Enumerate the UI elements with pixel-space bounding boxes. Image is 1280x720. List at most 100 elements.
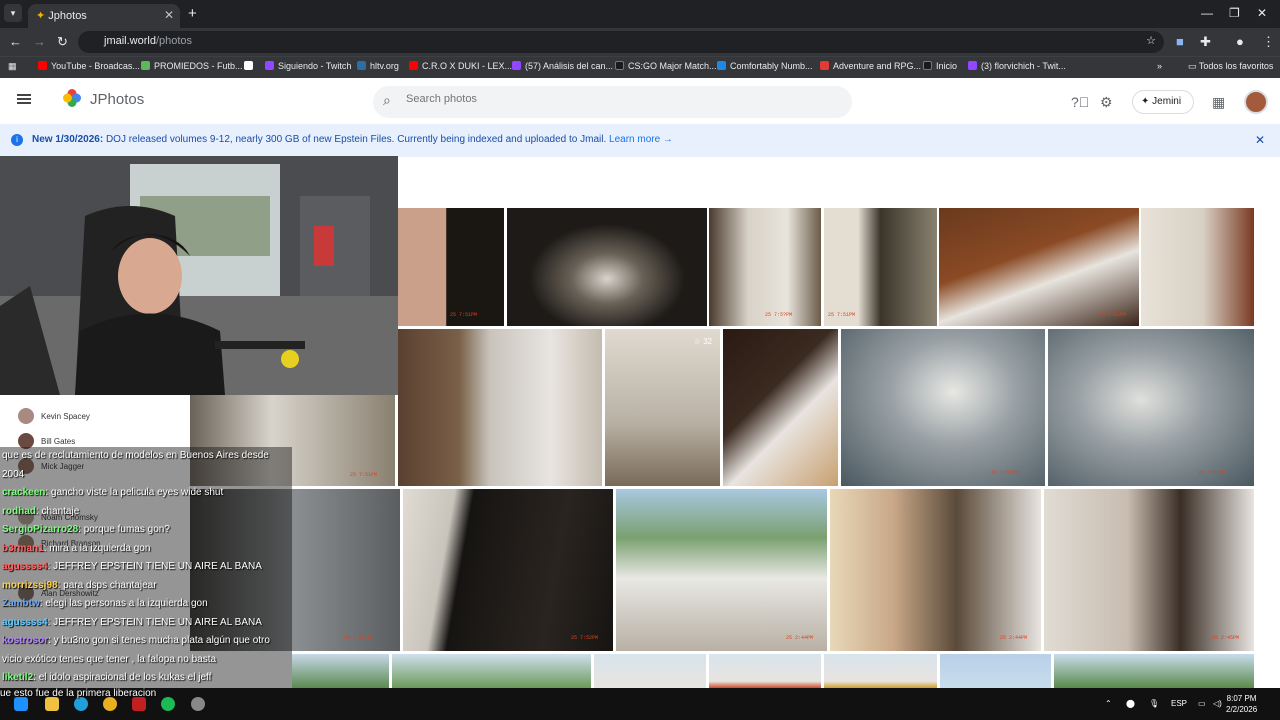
reload-icon[interactable]: ↻ — [57, 34, 68, 50]
apps-grid-icon[interactable]: ▦ — [1212, 94, 1225, 111]
menu-dots-icon[interactable]: ⋮ — [1262, 34, 1275, 50]
bookmark-item[interactable]: (3) florvichich - Twit... — [968, 61, 1066, 71]
photo-tile[interactable] — [594, 654, 706, 688]
photo-tile[interactable] — [824, 654, 937, 688]
search-input[interactable] — [406, 93, 806, 105]
chat-overlay: que es de reclutamiento de modelos en Bu… — [0, 447, 292, 688]
photo-tile[interactable] — [1054, 654, 1254, 688]
chat-message: agussss4: JEFFREY EPSTEIN TIENE UN AIRE … — [2, 561, 262, 572]
browser-tab-bar: ▾ ✦ Jphotos ✕ + — ❐ ✕ — [0, 0, 1280, 28]
file-explorer-icon[interactable] — [45, 697, 59, 711]
photo-tile[interactable]: 25 7:52PM — [403, 489, 613, 651]
minimize-icon[interactable]: — — [1201, 6, 1213, 20]
photo-tile[interactable]: 25 2:45PM — [1044, 489, 1254, 651]
photo-tile[interactable]: 25 7:51PM — [841, 329, 1045, 486]
chat-message: que es de reclutamiento de modelos en Bu… — [2, 450, 269, 480]
start-windows-icon[interactable] — [14, 697, 28, 711]
photo-tile[interactable]: 25 7:51PM — [939, 208, 1139, 326]
close-window-icon[interactable]: ✕ — [1257, 6, 1267, 20]
bookmark-item[interactable]: Comfortably Numb... — [717, 61, 813, 71]
chat-message: kostrosor: y bu3no gon si tenes mucha pl… — [2, 635, 270, 665]
app-icon[interactable] — [132, 697, 146, 711]
photo-tile[interactable]: 25 7:51PM — [824, 208, 937, 326]
apps-grid-icon[interactable]: ▦ — [8, 61, 17, 72]
photo-tile[interactable]: 25 7:5?PM — [709, 208, 821, 326]
photo-tile[interactable] — [709, 654, 821, 688]
photo-tile[interactable]: 25 7:51PM — [398, 208, 504, 326]
chat-message: liketil2: el idolo aspiracional de los k… — [2, 672, 212, 683]
network-icon[interactable]: ▭ — [1198, 699, 1206, 708]
banner-text: DOJ released volumes 9-12, nearly 300 GB… — [103, 134, 610, 145]
photo-tile[interactable]: ☆ 32 — [605, 329, 720, 486]
help-icon[interactable]: ?⃝ — [1071, 94, 1089, 110]
more-bookmarks-icon[interactable]: » — [1157, 61, 1162, 71]
favorite-count-badge: ☆ 32 — [693, 337, 712, 346]
language-indicator[interactable]: ESP — [1171, 699, 1187, 708]
tab-title: Jphotos — [48, 10, 87, 22]
restore-icon[interactable]: ❐ — [1229, 6, 1240, 20]
back-icon[interactable]: ← — [9, 34, 22, 49]
close-banner-icon[interactable]: ✕ — [1255, 133, 1265, 147]
bookmark-item[interactable]: CS:GO Major Match... — [615, 61, 717, 71]
chat-message: SergioPizarro28: porque fumas gon? — [2, 524, 170, 535]
learn-more-link[interactable]: Learn more → — [609, 134, 673, 145]
hamburger-menu-icon[interactable] — [17, 94, 31, 104]
jemini-button[interactable]: ✦ Jemini — [1132, 90, 1194, 114]
photo-tile[interactable]: 25 7:51PM — [1048, 329, 1254, 486]
photo-tile[interactable]: 25 2:44PM — [616, 489, 827, 651]
url-path: /photos — [155, 35, 193, 47]
close-tab-icon[interactable]: ✕ — [164, 8, 174, 22]
tray-chevron-icon[interactable]: ⌃ — [1105, 699, 1112, 708]
photo-tile[interactable] — [292, 654, 389, 688]
steam-icon[interactable]: ⬤ — [1126, 699, 1135, 708]
photo-tile[interactable] — [392, 654, 591, 688]
photo-tile[interactable] — [398, 329, 602, 486]
photo-tile[interactable] — [507, 208, 707, 326]
banner-prefix: New 1/30/2026: — [32, 134, 104, 145]
bookmark-star-icon[interactable]: ☆ — [1146, 34, 1156, 47]
bookmark-item[interactable]: Inicio — [923, 61, 957, 71]
account-avatar[interactable] — [1244, 90, 1268, 114]
folder-icon: ▭ — [1188, 61, 1199, 71]
bookmark-item[interactable] — [244, 61, 257, 71]
address-bar-row: ← → ↻ jmail.world/photos ☆ ■ ✚ ● ⋮ — [0, 28, 1280, 56]
bookmark-item[interactable]: YouTube - Broadcas... — [38, 61, 140, 71]
microphone-icon[interactable]: 🎙 — [1149, 699, 1159, 708]
system-clock[interactable]: 8:07 PM 2/2/2026 — [1226, 693, 1257, 715]
tab-favicon-icon: ✦ — [36, 10, 46, 22]
obs-icon[interactable] — [191, 697, 205, 711]
chat-message: morrizssj98: para dsps chantajear — [2, 579, 157, 591]
browser-tab[interactable]: ✦ Jphotos ✕ — [28, 4, 180, 28]
bookmark-item[interactable]: (57) Análisis del can... — [512, 61, 613, 71]
spotify-icon[interactable] — [161, 697, 175, 711]
extensions-puzzle-icon[interactable]: ✚ — [1200, 34, 1211, 50]
url-field[interactable]: jmail.world/photos ☆ — [78, 31, 1164, 53]
bookmark-item[interactable]: Siguiendo - Twitch — [265, 61, 351, 71]
photo-tile[interactable] — [1141, 208, 1254, 326]
photo-tile[interactable]: 25 2:44PM — [830, 489, 1041, 651]
search-bar[interactable]: ⌕ — [373, 86, 852, 118]
webcam-overlay — [0, 156, 398, 395]
bookmark-item[interactable]: Adventure and RPG... — [820, 61, 921, 71]
tab-search-button[interactable]: ▾ — [4, 4, 22, 22]
star-icon: ☆ — [693, 337, 704, 346]
bookmark-item[interactable]: PROMIEDOS - Futb... — [141, 61, 243, 71]
settings-gear-icon[interactable]: ⚙ — [1100, 94, 1113, 111]
person-item[interactable]: Kevin Spacey — [18, 408, 90, 424]
volume-icon[interactable]: ◁) — [1213, 699, 1222, 708]
edge-browser-icon[interactable] — [74, 697, 88, 711]
new-tab-button[interactable]: + — [188, 5, 197, 22]
app-title: JPhotos — [90, 91, 145, 108]
bookmark-item[interactable]: hltv.org — [357, 61, 399, 71]
photo-tile[interactable] — [723, 329, 838, 486]
bookmark-item[interactable]: C.R.O X DUKI - LEX... — [409, 61, 512, 71]
all-bookmarks-folder[interactable]: ▭ Todos los favoritos — [1188, 61, 1273, 72]
photo-tile[interactable] — [940, 654, 1051, 688]
chat-message: b3rman1: mira a la izquierda gon — [2, 542, 151, 554]
chrome-browser-icon[interactable] — [103, 697, 117, 711]
chat-message: rodhad: chantaje — [2, 505, 80, 517]
extension-icon[interactable]: ■ — [1176, 34, 1184, 49]
profile-icon[interactable]: ● — [1236, 34, 1244, 49]
bookmarks-bar: ▦ YouTube - Broadcas... PROMIEDOS - Futb… — [0, 56, 1280, 78]
forward-icon[interactable]: → — [33, 34, 46, 49]
